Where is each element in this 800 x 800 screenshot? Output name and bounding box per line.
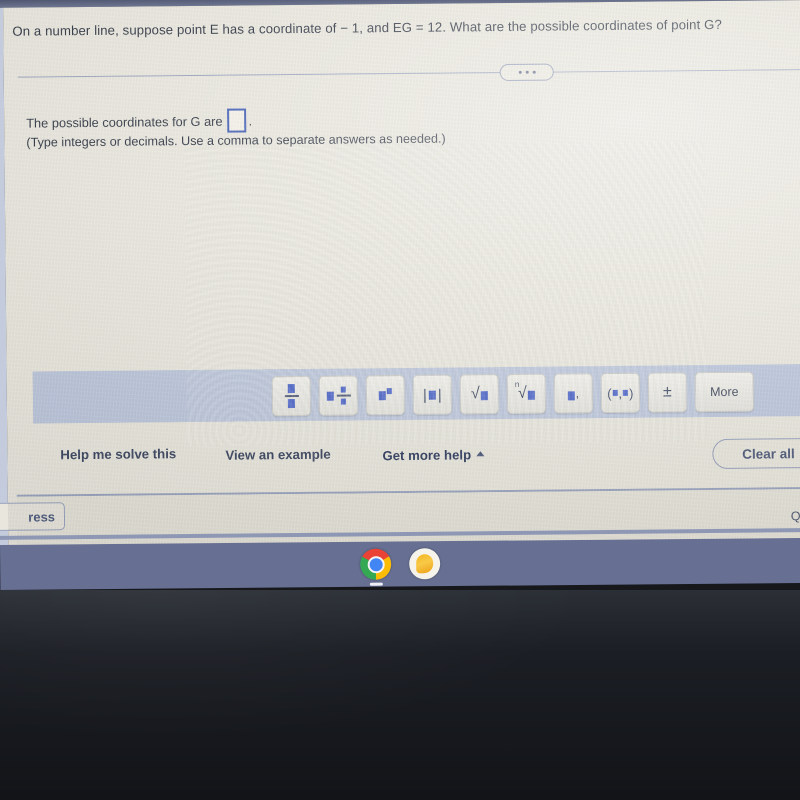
exercise-page: On a number line, suppose point E has a … [0, 0, 800, 548]
answer-input[interactable] [227, 108, 247, 133]
exponent-button[interactable] [365, 374, 406, 416]
math-palette: | | √ n √ , (,) ± More [271, 371, 755, 417]
desk-gradient [0, 590, 800, 800]
monitor-area: On a number line, suppose point E has a … [0, 0, 800, 548]
answer-prompt-prefix: The possible coordinates for G are [26, 113, 223, 131]
clear-all-button[interactable]: Clear all [712, 437, 800, 470]
plus-minus-button[interactable]: ± [647, 372, 688, 413]
comma-list-icon: , [567, 386, 579, 401]
comma-list-button[interactable]: , [553, 373, 594, 414]
nth-root-button[interactable]: n √ [506, 373, 547, 414]
photo-of-laptop-screen: On a number line, suppose point E has a … [0, 0, 800, 800]
chrome-active-indicator [369, 582, 383, 586]
chrome-icon[interactable] [360, 548, 392, 586]
ellipsis-dot-icon [532, 70, 536, 74]
dark-background-area [0, 590, 800, 800]
fraction-button[interactable] [271, 375, 312, 417]
view-an-example-link[interactable]: View an example [225, 447, 330, 463]
section-divider [17, 63, 800, 82]
fraction-icon [284, 384, 299, 408]
ordered-pair-icon: (,) [607, 385, 634, 401]
ellipsis-dot-icon [525, 70, 529, 74]
absolute-value-icon: | | [422, 386, 442, 404]
answer-hint: (Type integers or decimals. Use a comma … [26, 131, 446, 150]
app-yellow-glyph [416, 554, 434, 574]
divider-rule [17, 69, 800, 78]
chromeos-shelf [0, 538, 800, 590]
question-counter-label: Questi [790, 508, 800, 524]
exponent-icon [378, 387, 392, 400]
help-me-solve-this-link[interactable]: Help me solve this [60, 446, 176, 462]
plus-minus-icon: ± [662, 383, 672, 401]
ordered-pair-button[interactable]: (,) [600, 372, 641, 414]
get-more-help-link[interactable]: Get more help [382, 447, 485, 464]
ellipsis-button[interactable] [499, 63, 554, 82]
square-root-icon: √ [471, 385, 488, 402]
square-root-button[interactable]: √ [459, 374, 500, 415]
absolute-value-button[interactable]: | | [412, 374, 453, 415]
chevron-up-icon [476, 451, 485, 457]
nth-root-icon: n √ [515, 380, 535, 402]
answer-prompt-row: The possible coordinates for G are . [26, 108, 252, 134]
progress-button[interactable]: ress [0, 502, 66, 532]
answer-prompt-suffix: . [248, 112, 253, 128]
more-symbols-button[interactable]: More [694, 371, 755, 413]
ellipsis-dot-icon [518, 70, 522, 74]
mixed-number-icon [326, 386, 351, 405]
get-more-help-label: Get more help [382, 447, 472, 464]
mixed-number-button[interactable] [318, 375, 359, 416]
help-links-row: Help me solve this View an example Get m… [7, 436, 800, 478]
question-text: On a number line, suppose point E has a … [12, 16, 722, 39]
app-yellow-icon[interactable] [409, 548, 441, 580]
